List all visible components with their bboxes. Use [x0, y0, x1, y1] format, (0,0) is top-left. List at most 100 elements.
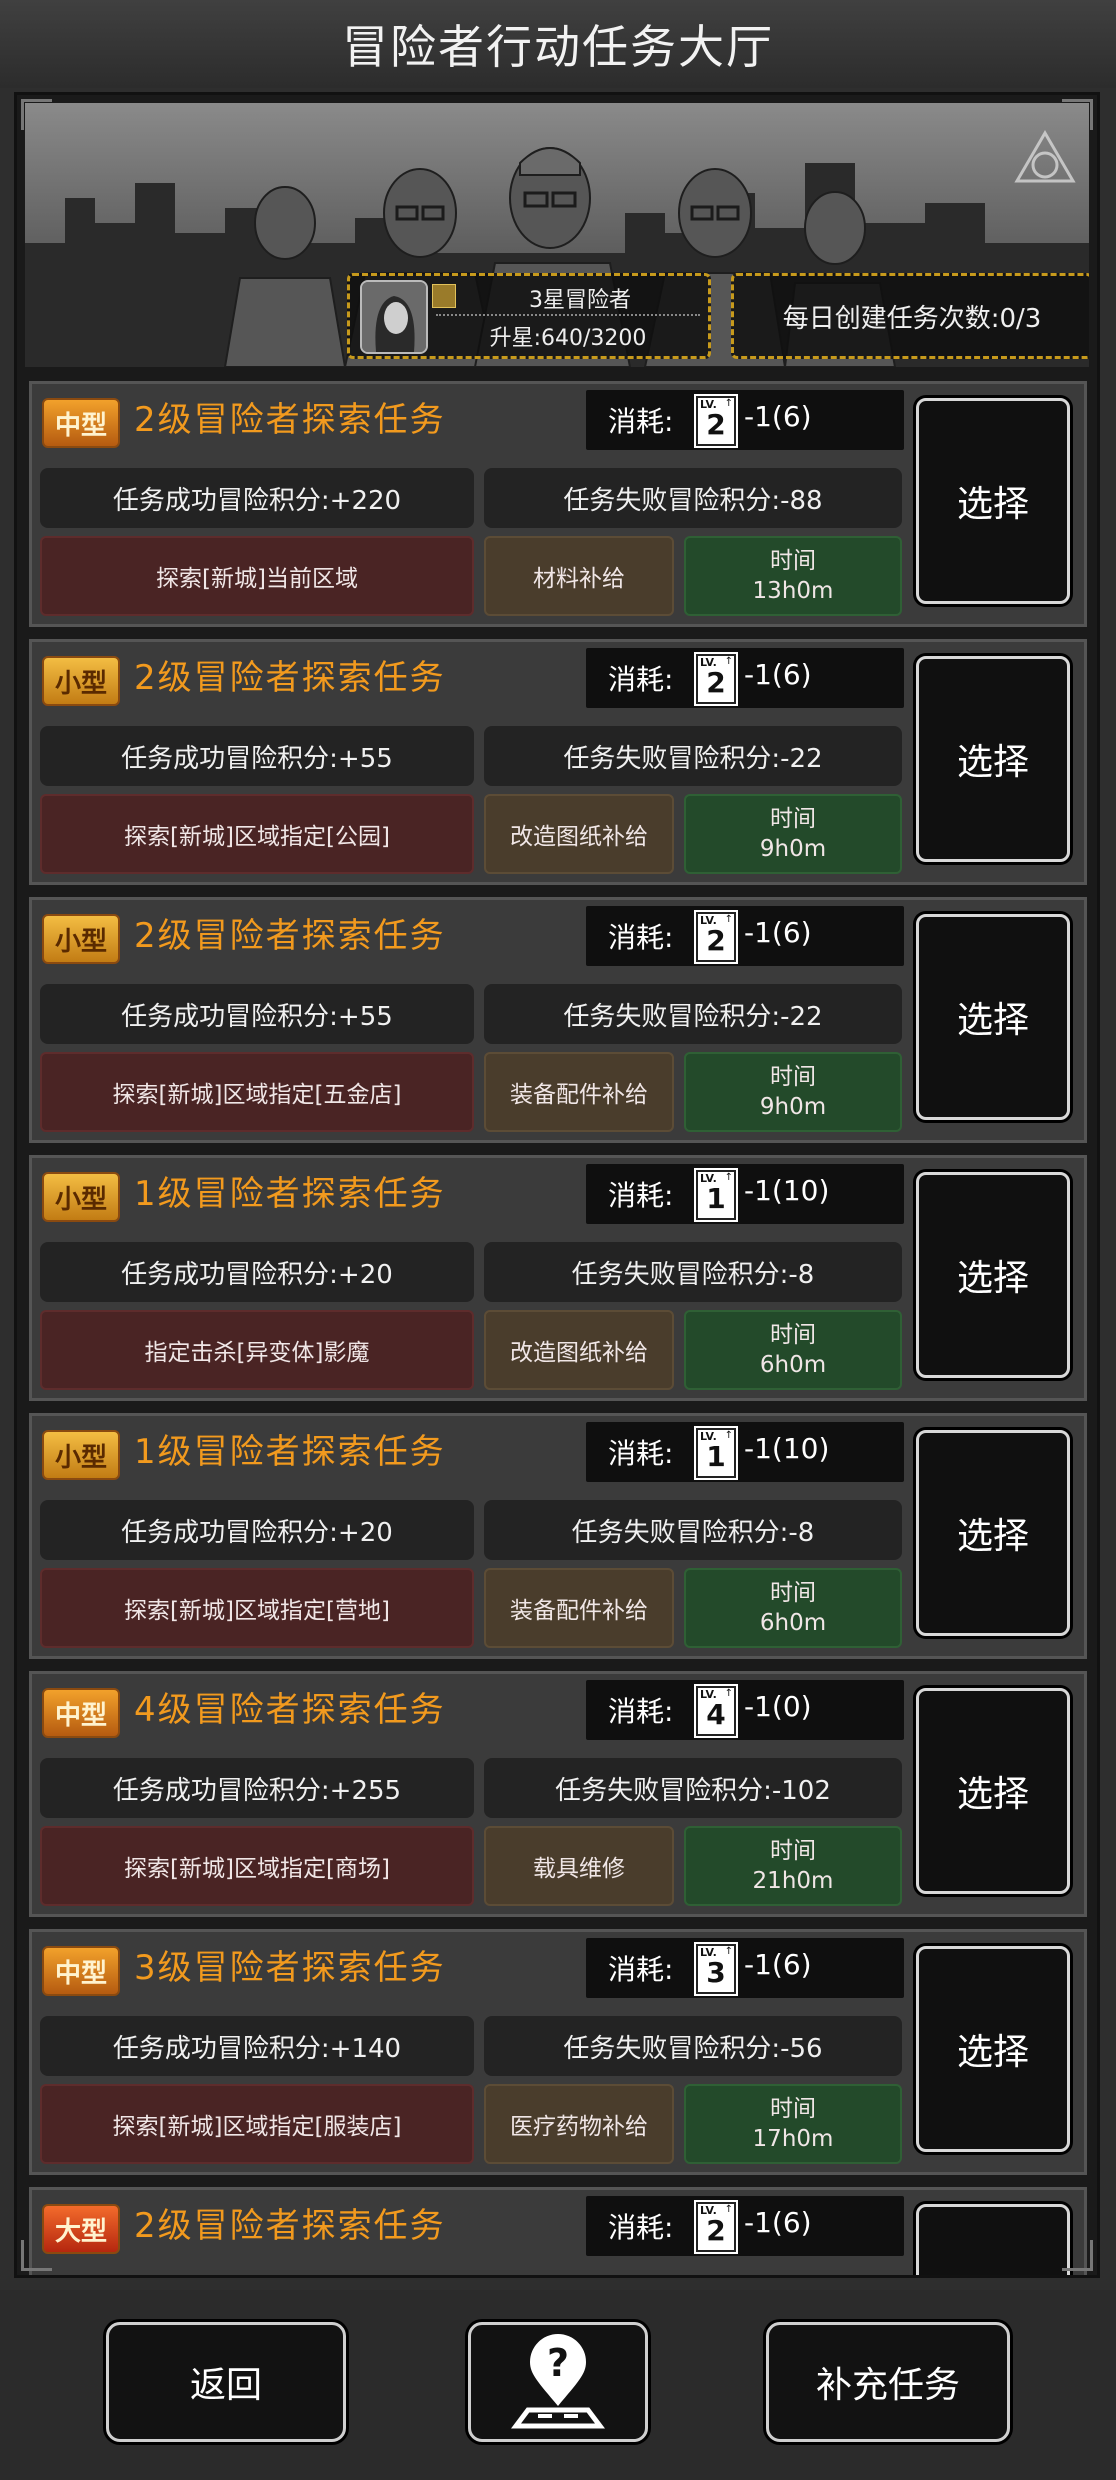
cost-label: 消耗:: [608, 663, 674, 696]
adventurers-banner: 3星冒险者 升星:640/3200 每日创建任务次数:0/3: [25, 103, 1089, 367]
mission-reward: 材料补给: [484, 536, 674, 616]
mission-duration: 时间 9h0m: [684, 1052, 902, 1132]
level-ticket-icon: LV. ↑ 2: [696, 912, 736, 962]
mission-header: 中型 2级冒险者探索任务 消耗: LV. ↑ 2 -1(6): [38, 388, 904, 452]
mission-cost: 消耗: LV. ↑ 2 -1(6): [586, 390, 904, 450]
frame-corner-decoration: [21, 99, 52, 130]
level-ticket-icon: LV. ↑ 4: [696, 1686, 736, 1736]
cost-value: -1(10): [744, 1174, 830, 1207]
mission-size-badge: 中型: [42, 1688, 120, 1738]
help-button[interactable]: ?: [468, 2322, 648, 2442]
cost-label: 消耗:: [608, 2211, 674, 2244]
time-label: 时间: [770, 1064, 816, 1090]
mission-reward: 载具维修: [484, 1826, 674, 1906]
mission-card: 小型 1级冒险者探索任务 消耗: LV. ↑ 1 -1(10) 任务成功冒险积分:…: [29, 1155, 1087, 1401]
cost-value: -1(6): [744, 916, 812, 949]
svg-text:?: ?: [547, 2341, 569, 2385]
mission-header: 中型 4级冒险者探索任务 消耗: LV. ↑ 4 -1(0): [38, 1678, 904, 1742]
cost-label: 消耗:: [608, 921, 674, 954]
time-value: 6h0m: [759, 1352, 827, 1378]
back-button[interactable]: 返回: [106, 2322, 346, 2442]
bottom-action-bar: 返回 ? 补充任务: [0, 2290, 1116, 2480]
mission-duration: 时间 9h0m: [684, 794, 902, 874]
rank-divider: [436, 314, 700, 316]
select-mission-button[interactable]: 选择: [916, 1430, 1070, 1636]
cost-value: -1(10): [744, 1432, 830, 1465]
mission-objective: 探索[新城]区域指定[商场]: [40, 1826, 474, 1906]
mission-duration: 时间 6h0m: [684, 1568, 902, 1648]
mission-cost: 消耗: LV. ↑ 3 -1(6): [586, 1938, 904, 1998]
fail-points: 任务失败冒险积分:-56: [484, 2016, 902, 2076]
level-ticket-icon: LV. ↑ 2: [696, 2202, 736, 2252]
mission-size-badge: 小型: [42, 914, 120, 964]
rank-progress: 升星:640/3200: [489, 326, 647, 351]
frame-corner-decoration: [1062, 2240, 1093, 2271]
ticket-level: 4: [706, 1698, 726, 1731]
select-mission-button[interactable]: 选择: [916, 398, 1070, 604]
time-value: 17h0m: [752, 2126, 834, 2152]
mission-card: 中型 4级冒险者探索任务 消耗: LV. ↑ 4 -1(0) 任务成功冒险积分:+…: [29, 1671, 1087, 1917]
mission-objective: 指定击杀[异变体]影魔: [40, 1310, 474, 1390]
rank-name: 3星冒险者: [529, 288, 631, 313]
cost-value: -1(6): [744, 400, 812, 433]
mission-cost: 消耗: LV. ↑ 2 -1(6): [586, 2196, 904, 2256]
mission-size-badge: 中型: [42, 1946, 120, 1996]
mission-objective: 探索[新城]区域指定[服装店]: [40, 2084, 474, 2164]
mission-header: 中型 3级冒险者探索任务 消耗: LV. ↑ 3 -1(6): [38, 1936, 904, 2000]
time-value: 9h0m: [759, 1094, 827, 1120]
select-mission-button[interactable]: 选择: [916, 1946, 1070, 2152]
mission-size-badge: 小型: [42, 1172, 120, 1222]
success-points: 任务成功冒险积分:+55: [40, 726, 474, 786]
cost-value: -1(0): [744, 1690, 812, 1723]
select-mission-button[interactable]: 选择: [916, 914, 1070, 1120]
fail-points: 任务失败冒险积分:-88: [484, 468, 902, 528]
mission-card: 中型 3级冒险者探索任务 消耗: LV. ↑ 3 -1(6) 任务成功冒险积分:+…: [29, 1929, 1087, 2175]
mission-cost: 消耗: LV. ↑ 4 -1(0): [586, 1680, 904, 1740]
level-ticket-icon: LV. ↑ 1: [696, 1428, 736, 1478]
ticket-level: 2: [706, 666, 726, 699]
ticket-level: 1: [706, 1182, 726, 1215]
select-mission-button[interactable]: 选择: [916, 1172, 1070, 1378]
mission-cost: 消耗: LV. ↑ 1 -1(10): [586, 1422, 904, 1482]
cost-value: -1(6): [744, 1948, 812, 1981]
mission-duration: 时间 17h0m: [684, 2084, 902, 2164]
page-title: 冒险者行动任务大厅: [0, 0, 1116, 88]
time-label: 时间: [770, 806, 816, 832]
select-mission-button[interactable]: 选择: [916, 1688, 1070, 1894]
cost-value: -1(6): [744, 2206, 812, 2239]
mission-objective: 探索[新城]当前区域: [40, 536, 474, 616]
mission-cost: 消耗: LV. ↑ 1 -1(10): [586, 1164, 904, 1224]
time-value: 6h0m: [759, 1610, 827, 1636]
cost-label: 消耗:: [608, 1695, 674, 1728]
frame-corner-decoration: [1062, 99, 1093, 130]
level-ticket-icon: LV. ↑ 3: [696, 1944, 736, 1994]
cost-label: 消耗:: [608, 405, 674, 438]
mission-title: 2级冒险者探索任务: [134, 658, 446, 698]
mission-duration: 时间 21h0m: [684, 1826, 902, 1906]
mission-size-badge: 小型: [42, 656, 120, 706]
select-mission-button[interactable]: 选择: [916, 2204, 1070, 2275]
refill-missions-button[interactable]: 补充任务: [766, 2322, 1010, 2442]
select-mission-button[interactable]: 选择: [916, 656, 1070, 862]
mission-objective: 探索[新城]区域指定[营地]: [40, 1568, 474, 1648]
mission-duration: 时间 13h0m: [684, 536, 902, 616]
mission-card: 大型 2级冒险者探索任务 消耗: LV.↑ 2 -1(6) 选择: [29, 2187, 1087, 2275]
mission-reward: 医疗药物补给: [484, 2084, 674, 2164]
time-label: 时间: [770, 548, 816, 574]
mission-reward: 改造图纸补给: [484, 794, 674, 874]
time-label: 时间: [770, 1580, 816, 1606]
cost-label: 消耗:: [608, 1179, 674, 1212]
mission-size-badge: 中型: [42, 398, 120, 448]
ticket-level: 3: [706, 1956, 726, 1989]
success-points: 任务成功冒险积分:+55: [40, 984, 474, 1044]
time-value: 21h0m: [752, 1868, 834, 1894]
mission-title: 1级冒险者探索任务: [134, 1432, 446, 1472]
level-ticket-icon: LV. ↑ 1: [696, 1170, 736, 1220]
cost-label: 消耗:: [608, 1437, 674, 1470]
mission-duration: 时间 6h0m: [684, 1310, 902, 1390]
mission-size-badge: 大型: [42, 2204, 120, 2254]
success-points: 任务成功冒险积分:+20: [40, 1242, 474, 1302]
ticket-level: 2: [706, 408, 726, 441]
time-value: 13h0m: [752, 578, 834, 604]
ticket-level: 2: [706, 924, 726, 957]
